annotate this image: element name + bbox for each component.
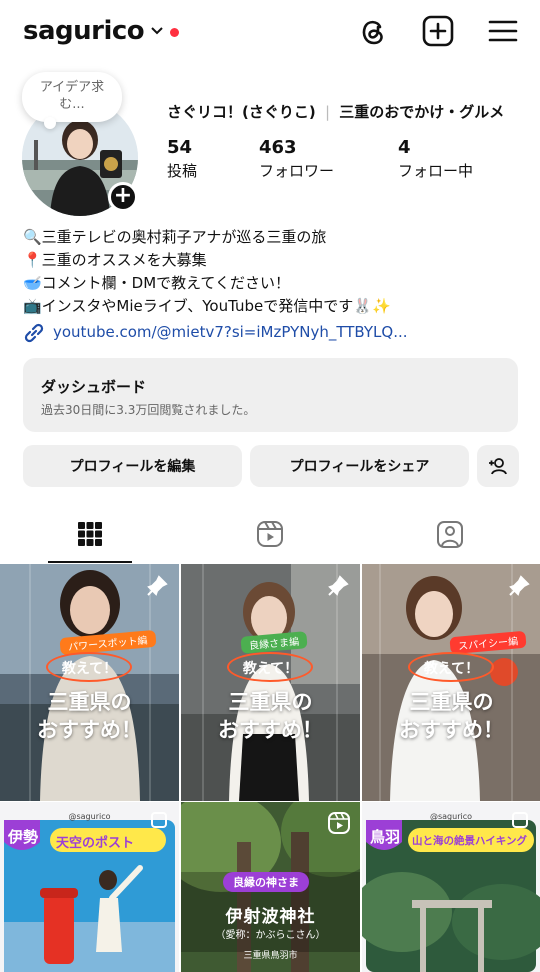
post-place-label: 伊勢: [8, 828, 39, 846]
new-post-icon[interactable]: [421, 14, 455, 48]
bio-line: 🥣コメント欄・DMで教えてください！: [23, 274, 290, 292]
grid-icon: [78, 522, 102, 546]
post-thumbnail[interactable]: スパイシー編 教えて！ 三重県の おすすめ！: [362, 564, 540, 801]
bio-line: 📺インスタやMieライブ、YouTubeで発信中です🐰✨: [23, 297, 391, 315]
full-name: さぐリコ！(さぐりこ): [167, 103, 316, 121]
name-separator: |: [324, 103, 331, 121]
dashboard-subtitle: 過去30日間に3.3万回閲覧されました。: [41, 403, 256, 417]
post-thumbnail[interactable]: 良縁の神さま 伊射波神社 （愛称：かぶらこさん） 三重県鳥羽市: [181, 802, 360, 972]
post-title: 山と海の絶景ハイキング: [412, 835, 527, 847]
tagged-icon: [437, 521, 463, 548]
profile-name-row: さぐリコ！(さぐりこ) | 三重のおでかけ・グルメ: [167, 101, 504, 122]
followers-count-value: 463: [259, 137, 297, 158]
post-caption-line2: おすすめ！: [37, 718, 142, 742]
bio-link[interactable]: youtube.com/@mietv7?si=iMzPYNyh_TTBYLQ..…: [23, 321, 408, 344]
post-caption-ask: 教えて！: [242, 661, 299, 677]
post-location: 三重県鳥羽市: [243, 951, 298, 961]
top-bar: sagurico: [0, 0, 540, 66]
post-place-label: 鳥羽: [370, 828, 401, 846]
post-caption-title: 三重県の おすすめ！: [0, 688, 179, 744]
post-caption-title: 三重県の おすすめ！: [362, 688, 540, 744]
tab-posts[interactable]: [0, 505, 180, 563]
account-switcher[interactable]: sagurico: [23, 16, 164, 46]
post-caption-line1: 三重県の: [228, 690, 313, 714]
bio: 🔍三重テレビの奥村莉子アナが巡る三重の旅 📍三重のオススメを大募集 🥣コメント欄…: [23, 226, 408, 344]
discover-people-button[interactable]: [477, 445, 519, 487]
carousel-icon: [512, 812, 528, 828]
bio-line: 📍三重のオススメを大募集: [23, 251, 207, 269]
post-caption-line2: おすすめ！: [399, 718, 504, 742]
tab-tagged[interactable]: [360, 505, 540, 563]
post-title: 伊射波神社: [225, 907, 316, 927]
pin-icon: [328, 575, 349, 596]
following-count-label: フォロー中: [398, 162, 474, 180]
bio-link-text: youtube.com/@mietv7?si=iMzPYNyh_TTBYLQ..…: [53, 323, 408, 341]
share-profile-button[interactable]: プロフィールをシェア: [250, 445, 469, 487]
post-thumbnail[interactable]: @sagurico 伊勢 天空のポスト: [0, 802, 179, 972]
following-count-value: 4: [398, 137, 411, 158]
post-title: 天空のポスト: [56, 836, 135, 851]
post-thumbnail[interactable]: @sagurico 鳥羽 山と海の絶景ハイキング: [362, 802, 540, 972]
pin-icon: [509, 575, 530, 596]
reels-icon: [257, 521, 283, 547]
tab-reels[interactable]: [180, 505, 360, 563]
posts-count[interactable]: 54 投稿: [167, 137, 197, 181]
profile-category: 三重のおでかけ・グルメ: [339, 103, 505, 121]
posts-count-value: 54: [167, 137, 193, 158]
post-image: [0, 564, 179, 801]
post-caption-ask: 教えて！: [423, 661, 480, 677]
link-icon: [24, 323, 44, 342]
profile-note-bubble[interactable]: アイデア求む...: [22, 72, 122, 129]
post-thumbnail[interactable]: 良縁さま編 教えて！ 三重県の おすすめ！: [181, 564, 360, 801]
posts-count-label: 投稿: [167, 162, 198, 180]
add-person-icon: [489, 458, 507, 475]
reel-icon: [328, 812, 350, 834]
post-caption-line1: 三重県の: [409, 690, 494, 714]
menu-icon[interactable]: [486, 14, 520, 48]
username-label: sagurico: [23, 16, 145, 46]
carousel-icon: [151, 812, 167, 828]
following-count[interactable]: 4 フォロー中: [398, 137, 473, 181]
professional-dashboard[interactable]: ダッシュボード 過去30日間に3.3万回閲覧されました。: [23, 358, 518, 432]
followers-count[interactable]: 463 フォロワー: [259, 137, 334, 181]
chevron-down-icon: [151, 27, 163, 35]
dashboard-title: ダッシュボード: [41, 378, 147, 396]
profile-tabs: [0, 505, 540, 563]
pin-icon: [147, 575, 168, 596]
add-story-button[interactable]: +: [108, 182, 138, 212]
threads-icon[interactable]: [356, 14, 390, 48]
posts-grid: パワースポット編 教えて！ 三重県の おすすめ！ 良縁さま編 教えて！ 三重県の…: [0, 564, 540, 972]
post-image: [181, 564, 360, 801]
post-caption-ask: 教えて！: [61, 661, 118, 677]
post-badge: 良縁の神さま: [223, 872, 309, 892]
post-reading: （愛称：かぶらこさん）: [215, 930, 326, 941]
post-caption-title: 三重県の おすすめ！: [181, 688, 360, 744]
post-thumbnail[interactable]: パワースポット編 教えて！ 三重県の おすすめ！: [0, 564, 179, 801]
notification-dot: [170, 28, 179, 37]
post-caption-line1: 三重県の: [47, 690, 132, 714]
followers-count-label: フォロワー: [259, 162, 335, 180]
post-caption-line2: おすすめ！: [218, 718, 323, 742]
edit-profile-button[interactable]: プロフィールを編集: [23, 445, 242, 487]
bio-line: 🔍三重テレビの奥村莉子アナが巡る三重の旅: [23, 228, 327, 246]
post-image: [362, 564, 540, 801]
